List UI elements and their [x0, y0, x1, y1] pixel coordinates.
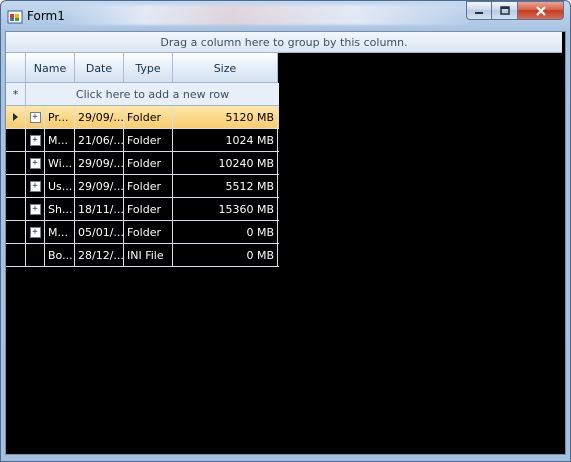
main-window: Form1 Drag a column here to group by thi… [0, 0, 571, 462]
column-header-date[interactable]: Date [75, 53, 124, 83]
app-icon[interactable] [7, 9, 23, 25]
type-cell[interactable]: INI File [124, 244, 173, 266]
type-cell[interactable]: Folder [124, 221, 173, 243]
date-cell[interactable]: 29/09/... [75, 175, 124, 197]
expand-icon[interactable]: + [29, 180, 41, 192]
date-cell[interactable]: 05/01/... [75, 221, 124, 243]
expand-icon[interactable]: + [29, 111, 41, 123]
type-cell[interactable]: Folder [124, 152, 173, 174]
table-row[interactable]: + Wi... 29/09/... Folder 10240 MB [6, 152, 279, 175]
row-indicator[interactable] [6, 129, 26, 151]
expand-cell[interactable]: + [26, 175, 45, 197]
window-title: Form1 [27, 9, 65, 23]
date-cell[interactable]: 29/09/... [75, 152, 124, 174]
column-header-size[interactable]: Size [173, 53, 278, 83]
expand-cell[interactable]: + [26, 106, 45, 128]
date-cell[interactable]: 21/06/... [75, 129, 124, 151]
row-indicator[interactable] [6, 221, 26, 243]
row-indicator[interactable] [6, 152, 26, 174]
name-cell[interactable]: Wi... [45, 152, 75, 174]
date-cell[interactable]: 28/12/... [75, 244, 124, 266]
date-cell[interactable]: 18/11/... [75, 198, 124, 220]
name-cell[interactable]: M... [45, 129, 75, 151]
title-bar-background [61, 5, 481, 25]
size-cell[interactable]: 0 MB [173, 221, 278, 243]
close-icon [535, 5, 546, 16]
size-cell[interactable]: 5512 MB [173, 175, 278, 197]
maximize-icon [499, 5, 510, 15]
size-cell[interactable]: 1024 MB [173, 129, 278, 151]
column-header-row: Name Date Type Size [6, 53, 278, 83]
type-cell[interactable]: Folder [124, 129, 173, 151]
title-bar[interactable]: Form1 [1, 1, 570, 31]
expand-cell[interactable]: + [26, 152, 45, 174]
form-client-area: Drag a column here to group by this colu… [5, 31, 566, 455]
expand-cell [26, 244, 45, 266]
row-indicator[interactable] [6, 106, 26, 128]
expand-cell[interactable]: + [26, 221, 45, 243]
expand-icon[interactable]: + [29, 226, 41, 238]
type-cell[interactable]: Folder [124, 106, 173, 128]
name-cell[interactable]: Bo... [45, 244, 75, 266]
column-header-name[interactable]: Name [26, 53, 75, 83]
maximize-button[interactable] [492, 1, 518, 20]
new-row[interactable]: * Click here to add a new row [6, 83, 279, 106]
table-row[interactable]: + Sh... 18/11/... Folder 15360 MB [6, 198, 279, 221]
expand-icon[interactable]: + [29, 157, 41, 169]
row-indicator[interactable] [6, 175, 26, 197]
size-cell[interactable]: 0 MB [173, 244, 278, 266]
row-indicator[interactable] [6, 244, 26, 266]
name-cell[interactable]: Us... [45, 175, 75, 197]
expand-icon[interactable]: + [29, 134, 41, 146]
name-cell[interactable]: Sh... [45, 198, 75, 220]
size-cell[interactable]: 15360 MB [173, 198, 278, 220]
grid-rows: + Pr... 29/09/... Folder 5120 MB + M... 21/06/.… [6, 106, 279, 267]
name-cell[interactable]: Pr... [45, 106, 75, 128]
date-cell[interactable]: 29/09/... [75, 106, 124, 128]
type-cell[interactable]: Folder [124, 175, 173, 197]
row-indicator-header [6, 53, 26, 83]
size-cell[interactable]: 5120 MB [173, 106, 278, 128]
size-cell[interactable]: 10240 MB [173, 152, 278, 174]
type-cell[interactable]: Folder [124, 198, 173, 220]
expand-cell[interactable]: + [26, 198, 45, 220]
new-row-prompt[interactable]: Click here to add a new row [26, 83, 279, 105]
table-row[interactable]: + M... 05/01/... Folder 0 MB [6, 221, 279, 244]
table-row[interactable]: + Us... 29/09/... Folder 5512 MB [6, 175, 279, 198]
table-row[interactable]: + Pr... 29/09/... Folder 5120 MB [6, 106, 279, 129]
table-row[interactable]: Bo... 28/12/... INI File 0 MB [6, 244, 279, 267]
minimize-icon [475, 11, 483, 14]
close-button[interactable] [518, 1, 564, 20]
group-by-panel[interactable]: Drag a column here to group by this colu… [6, 32, 562, 53]
column-header-type[interactable]: Type [124, 53, 173, 83]
name-cell[interactable]: M... [45, 221, 75, 243]
new-row-indicator: * [6, 83, 26, 105]
current-row-arrow-icon [13, 113, 18, 121]
expand-icon[interactable]: + [29, 203, 41, 215]
row-indicator[interactable] [6, 198, 26, 220]
minimize-button[interactable] [466, 1, 492, 20]
table-row[interactable]: + M... 21/06/... Folder 1024 MB [6, 129, 279, 152]
window-controls [466, 1, 564, 21]
expand-cell[interactable]: + [26, 129, 45, 151]
